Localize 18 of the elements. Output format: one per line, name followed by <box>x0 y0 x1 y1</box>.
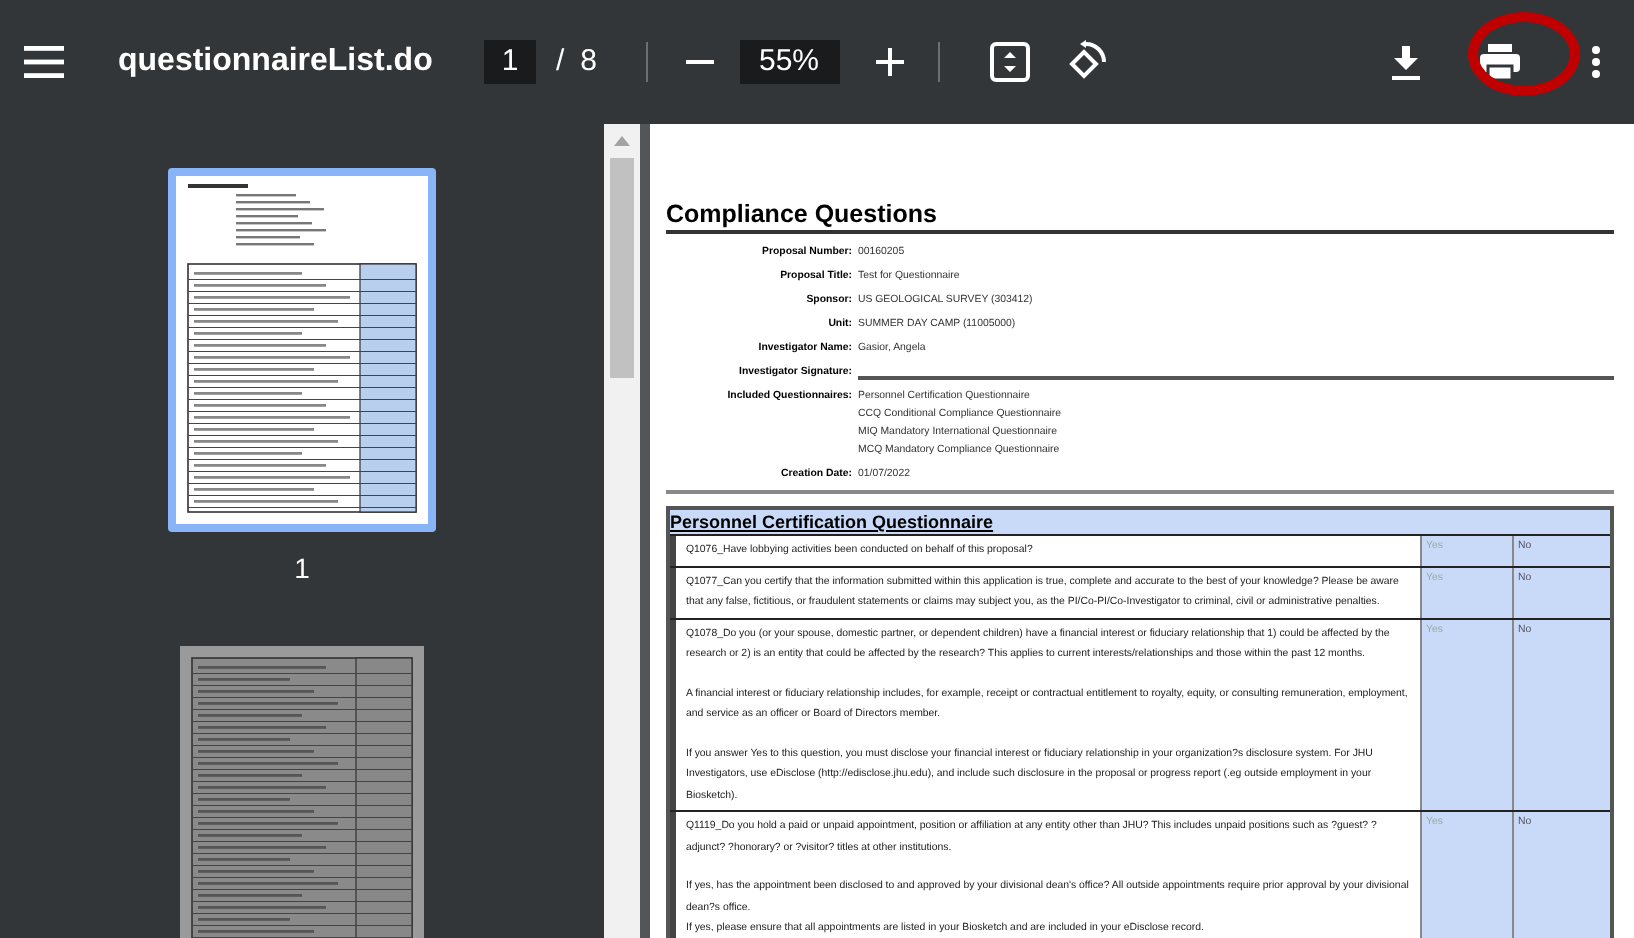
more-options-icon[interactable] <box>1592 46 1600 78</box>
page-separator: / <box>556 41 565 82</box>
page-count: 8 <box>580 41 598 82</box>
page-label: 1 <box>294 550 310 588</box>
highlight-circle <box>1468 12 1580 96</box>
section-title: Personnel Certification Questionnaire <box>670 510 996 534</box>
rotate-icon[interactable] <box>1065 40 1106 84</box>
file-title: questionnaireList.do <box>118 42 435 82</box>
page-number-field[interactable]: 1 <box>484 40 536 84</box>
document-heading: Compliance Questions <box>666 200 1614 234</box>
menu-icon[interactable] <box>24 46 64 78</box>
scrollbar[interactable] <box>604 124 640 938</box>
print-icon[interactable] <box>1480 44 1520 80</box>
fit-page-icon[interactable] <box>989 42 1030 82</box>
download-icon[interactable] <box>1392 45 1420 79</box>
zoom-in-icon[interactable] <box>875 48 904 76</box>
scroll-thumb[interactable] <box>610 158 634 378</box>
zoom-field[interactable]: 55% <box>739 40 840 84</box>
